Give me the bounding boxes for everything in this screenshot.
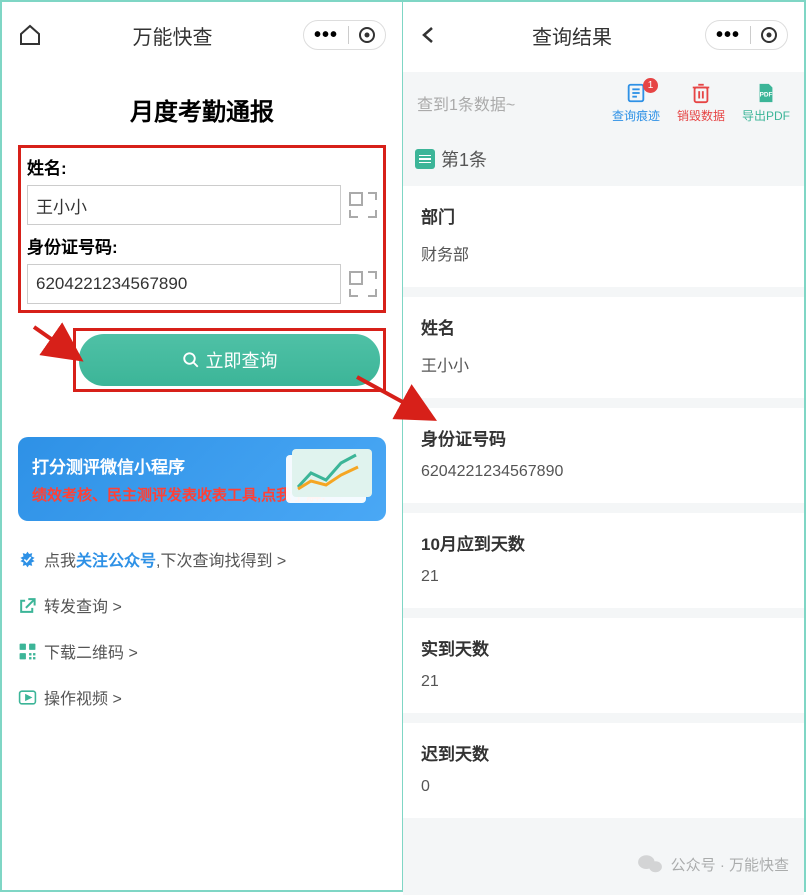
- data-value: 王小小: [421, 352, 786, 376]
- report-title: 月度考勤通报: [18, 92, 386, 127]
- nav-title-right: 查询结果: [439, 21, 705, 50]
- list-icon: [415, 149, 435, 169]
- data-value: 0: [421, 778, 786, 796]
- nav-bar-right: 查询结果 •••: [403, 2, 804, 72]
- data-card: 身份证号码 6204221234567890: [403, 408, 804, 503]
- chart-icon: [286, 445, 376, 505]
- name-input[interactable]: [27, 185, 341, 225]
- badge: 1: [643, 78, 658, 93]
- video-label: 操作视频 >: [44, 685, 122, 709]
- form-highlight-box: 姓名: 身份证号码:: [18, 145, 386, 313]
- video-icon: [18, 688, 37, 707]
- data-value: 21: [421, 568, 786, 586]
- pdf-icon: PDF: [755, 82, 777, 104]
- back-icon[interactable]: [419, 25, 439, 45]
- record-header: 第1条: [403, 140, 804, 186]
- scan-icon[interactable]: [349, 192, 377, 218]
- capsule-button[interactable]: •••: [705, 20, 788, 50]
- submit-button[interactable]: 立即查询: [79, 334, 380, 386]
- promo-card[interactable]: 打分测评微信小程序 绩效考核、民主测评发表收表工具,点我了解!: [18, 437, 386, 521]
- export-action[interactable]: PDF 导出PDF: [742, 82, 790, 124]
- destroy-action[interactable]: 销毁数据: [677, 82, 725, 124]
- more-icon[interactable]: •••: [716, 30, 740, 40]
- capsule-button[interactable]: •••: [303, 20, 386, 50]
- home-icon[interactable]: [18, 23, 42, 47]
- qrcode-label: 下载二维码 >: [44, 639, 138, 663]
- data-label: 迟到天数: [421, 740, 786, 765]
- data-label: 实到天数: [421, 635, 786, 660]
- delete-icon: [690, 82, 712, 104]
- id-input[interactable]: [27, 264, 341, 304]
- target-icon[interactable]: [359, 27, 375, 43]
- watermark: 公众号 · 万能快查: [637, 853, 789, 875]
- submit-highlight-box: 立即查询: [73, 328, 386, 392]
- qrcode-link[interactable]: 下载二维码 >: [18, 628, 386, 674]
- more-icon[interactable]: •••: [314, 30, 338, 40]
- submit-button-label: 立即查询: [206, 347, 278, 373]
- data-label: 身份证号码: [421, 425, 786, 450]
- share-icon: [18, 596, 37, 615]
- data-label: 姓名: [421, 314, 786, 339]
- nav-bar-left: 万能快查 •••: [2, 2, 402, 72]
- follow-link[interactable]: 点我关注公众号,下次查询找得到 >: [18, 536, 386, 582]
- nav-title-left: 万能快查: [42, 21, 303, 50]
- data-card: 部门 财务部: [403, 186, 804, 287]
- data-card: 10月应到天数 21: [403, 513, 804, 608]
- data-label: 部门: [421, 203, 786, 228]
- id-label: 身份证号码:: [27, 233, 377, 258]
- svg-text:PDF: PDF: [760, 92, 773, 99]
- data-card: 迟到天数 0: [403, 723, 804, 818]
- search-icon: [182, 351, 200, 369]
- scan-icon[interactable]: [349, 271, 377, 297]
- target-icon[interactable]: [761, 27, 777, 43]
- data-value: 21: [421, 673, 786, 691]
- trace-action[interactable]: 查询痕迹 1: [612, 82, 660, 124]
- result-count-hint: 查到1条数据~: [417, 91, 515, 115]
- wechat-icon: [637, 853, 663, 875]
- forward-label: 转发查询 >: [44, 593, 122, 617]
- verified-icon: [18, 550, 37, 569]
- name-label: 姓名:: [27, 154, 377, 179]
- data-card: 姓名 王小小: [403, 297, 804, 398]
- data-value: 6204221234567890: [421, 463, 786, 481]
- data-label: 10月应到天数: [421, 530, 786, 555]
- qrcode-icon: [18, 642, 37, 661]
- video-link[interactable]: 操作视频 >: [18, 674, 386, 720]
- forward-link[interactable]: 转发查询 >: [18, 582, 386, 628]
- data-card: 实到天数 21: [403, 618, 804, 713]
- data-value: 财务部: [421, 241, 786, 265]
